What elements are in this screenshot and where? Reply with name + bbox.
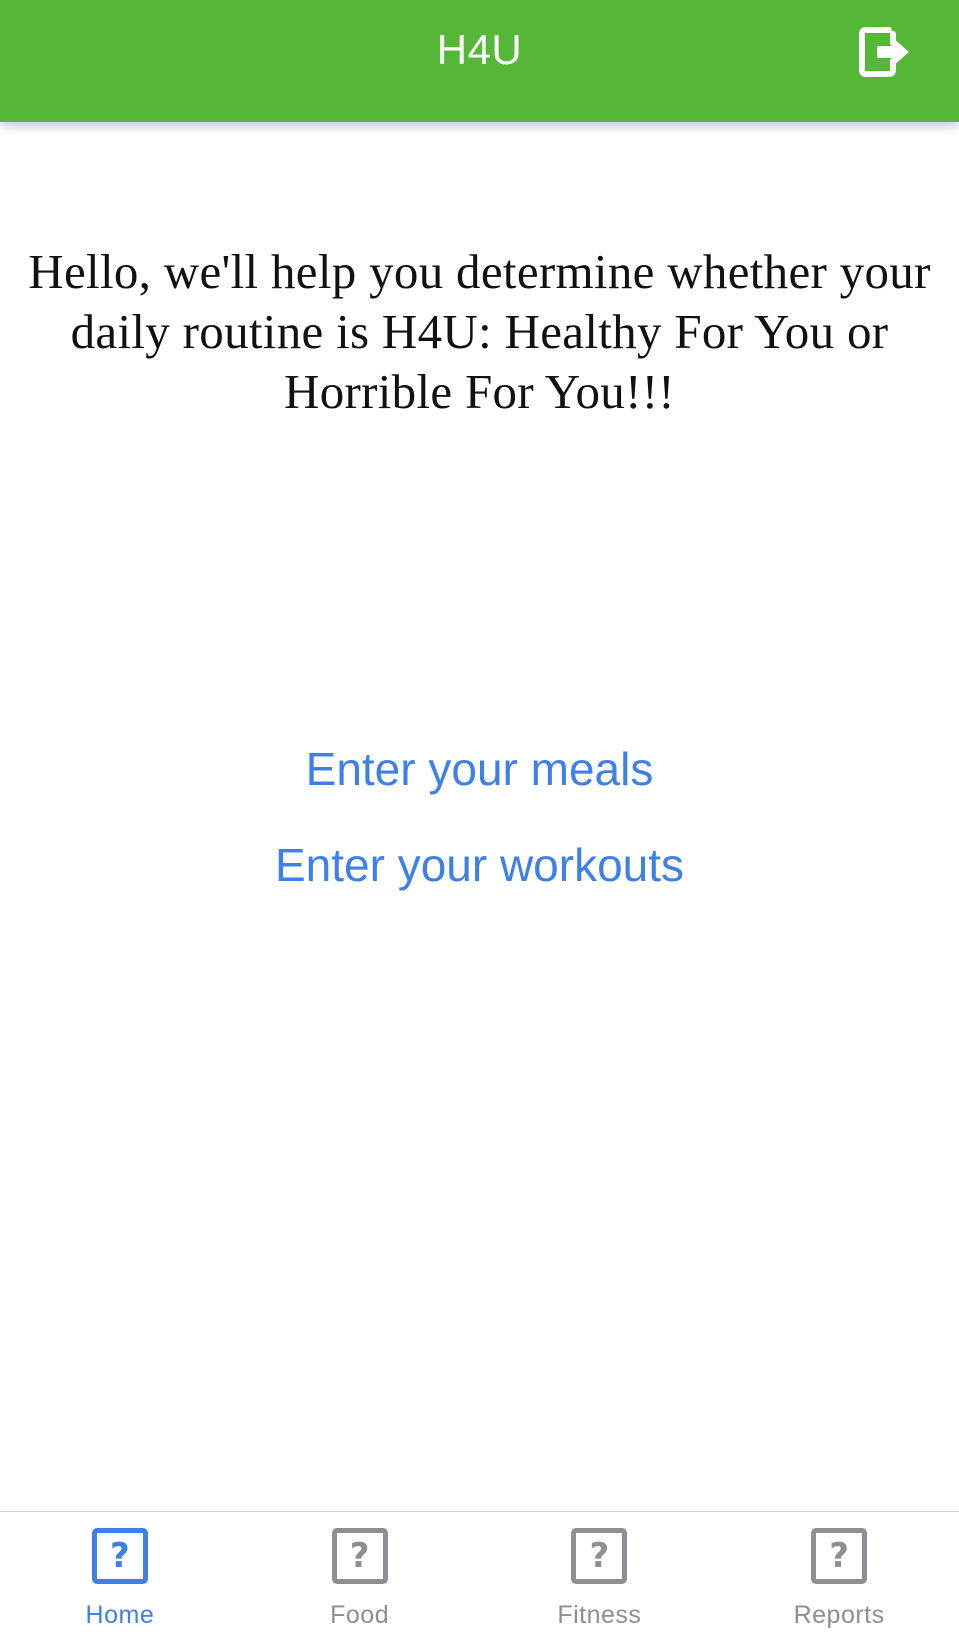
- app-header: H4U: [0, 0, 959, 122]
- tab-home[interactable]: ? Home: [0, 1512, 240, 1636]
- question-mark-icon: ?: [811, 1528, 868, 1584]
- enter-meals-link[interactable]: Enter your meals: [0, 741, 959, 797]
- question-mark-icon: ?: [331, 1528, 388, 1584]
- tab-reports[interactable]: ? Reports: [719, 1512, 959, 1636]
- logout-icon: [856, 22, 916, 82]
- tab-fitness[interactable]: ? Fitness: [480, 1512, 720, 1636]
- question-mark-icon: ?: [571, 1528, 628, 1584]
- question-mark-icon: ?: [91, 1528, 148, 1584]
- logout-button[interactable]: [856, 22, 916, 82]
- app-screen: H4U Hello, we'll help you determine whet…: [0, 0, 959, 1636]
- header-title: H4U: [436, 26, 523, 73]
- bottom-tab-bar: ? Home ? Food ? Fitness ? Reports: [0, 1511, 959, 1636]
- welcome-message: Hello, we'll help you determine whether …: [28, 244, 931, 419]
- tab-label: Home: [85, 1601, 155, 1629]
- tab-label: Fitness: [557, 1601, 642, 1629]
- tab-label: Reports: [793, 1601, 885, 1629]
- tab-food[interactable]: ? Food: [240, 1512, 480, 1636]
- tab-label: Food: [330, 1601, 390, 1629]
- enter-workouts-link[interactable]: Enter your workouts: [0, 837, 959, 893]
